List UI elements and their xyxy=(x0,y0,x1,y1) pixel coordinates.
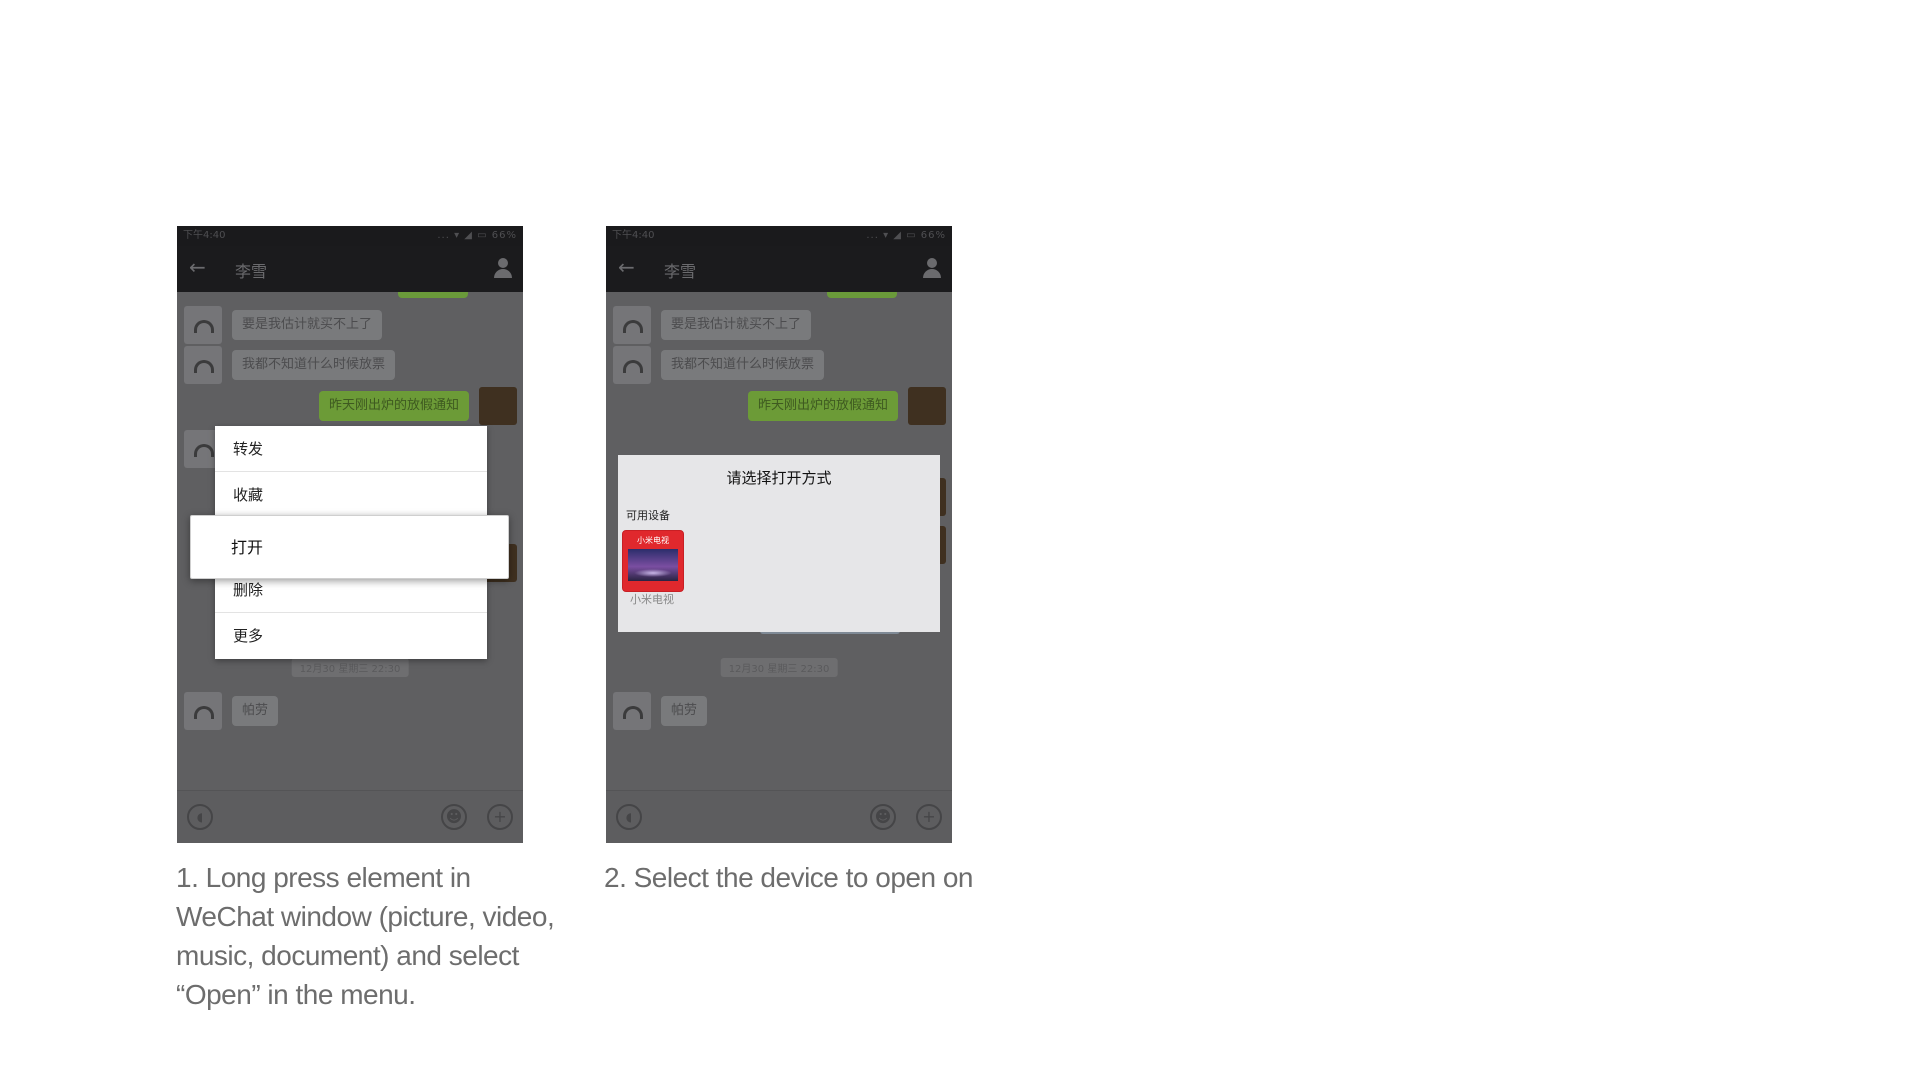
message-bubble[interactable]: 帕劳 xyxy=(661,696,708,726)
step-1-caption: 1. Long press element in WeChat window (… xyxy=(176,862,555,1010)
contact-profile-icon[interactable] xyxy=(922,258,942,280)
back-arrow-icon[interactable]: ← xyxy=(189,255,206,279)
chat-timestamp: 12月30 星期三 22:30 xyxy=(291,658,409,677)
step-2-caption: 2. Select the device to open on xyxy=(604,862,974,893)
message-row: 昨天刚出炉的放假通知 xyxy=(177,385,523,425)
status-indicators: ... ▾ ◢ ▭ 66% xyxy=(866,230,946,241)
message-bubble[interactable]: 昨天刚出炉的放假通知 xyxy=(318,391,469,421)
device-name-label[interactable]: 小米电视 xyxy=(622,591,682,607)
avatar[interactable] xyxy=(613,306,651,344)
message-row: 要是我估计就买不上了 xyxy=(177,304,523,344)
chat-input-bar: ◖ ☻ + xyxy=(177,790,523,843)
status-bar: 下午4:40 ... ▾ ◢ ▭ 66% xyxy=(606,226,952,246)
partial-message-bubble xyxy=(398,292,468,298)
avatar[interactable] xyxy=(184,306,222,344)
avatar[interactable] xyxy=(479,387,517,425)
message-bubble[interactable]: 昨天刚出炉的放假通知 xyxy=(747,391,898,421)
emoji-icon[interactable]: ☻ xyxy=(870,804,896,830)
message-bubble[interactable]: 帕劳 xyxy=(232,696,279,726)
avatar[interactable] xyxy=(613,346,651,384)
avatar[interactable] xyxy=(613,692,651,730)
menu-item-forward[interactable]: 转发 xyxy=(215,426,487,472)
tv-device-tile[interactable]: 小米电视 xyxy=(622,530,684,592)
status-time: 下午4:40 xyxy=(612,230,655,241)
message-row: 帕劳 xyxy=(177,690,523,730)
plus-icon[interactable]: + xyxy=(916,804,942,830)
status-bar: 下午4:40 ... ▾ ◢ ▭ 66% xyxy=(177,226,523,246)
menu-item-favorite[interactable]: 收藏 xyxy=(215,472,487,518)
back-arrow-icon[interactable]: ← xyxy=(618,255,635,279)
voice-icon[interactable]: ◖ xyxy=(187,804,213,830)
available-devices-label: 可用设备 xyxy=(626,509,670,522)
screenshot-phone-1: 下午4:40 ... ▾ ◢ ▭ 66% ← 李雪 要是我估计就买不上了 我都不… xyxy=(177,226,523,843)
emoji-icon[interactable]: ☻ xyxy=(441,804,467,830)
avatar[interactable] xyxy=(908,387,946,425)
tv-tile-title: 小米电视 xyxy=(637,536,669,545)
open-with-dialog: 请选择打开方式 可用设备 小米电视 小米电视 xyxy=(618,455,940,632)
message-bubble[interactable]: 我都不知道什么时候放票 xyxy=(232,350,396,380)
plus-icon[interactable]: + xyxy=(487,804,513,830)
menu-item-open[interactable]: 打开 xyxy=(190,515,509,579)
contact-profile-icon[interactable] xyxy=(493,258,513,280)
chat-timestamp: 12月30 星期三 22:30 xyxy=(720,658,838,677)
message-row: 我都不知道什么时候放票 xyxy=(177,344,523,384)
message-context-menu: 转发 收藏 打开 删除 更多 xyxy=(190,426,509,659)
chat-input-bar: ◖ ☻ + xyxy=(606,790,952,843)
screenshot-phone-2: 下午4:40 ... ▾ ◢ ▭ 66% ← 李雪 要是我估计就买不上了 我都不… xyxy=(606,226,952,843)
message-row: 要是我估计就买不上了 xyxy=(606,304,952,344)
message-row: 我都不知道什么时候放票 xyxy=(606,344,952,384)
chat-title: 李雪 xyxy=(235,262,268,281)
message-bubble[interactable]: 我都不知道什么时候放票 xyxy=(661,350,825,380)
message-row: 昨天刚出炉的放假通知 xyxy=(606,385,952,425)
message-bubble[interactable]: 要是我估计就买不上了 xyxy=(661,310,812,340)
status-time: 下午4:40 xyxy=(183,230,226,241)
avatar[interactable] xyxy=(184,692,222,730)
chat-title: 李雪 xyxy=(664,262,697,281)
status-indicators: ... ▾ ◢ ▭ 66% xyxy=(437,230,517,241)
dialog-title: 请选择打开方式 xyxy=(726,469,832,487)
chat-header: ← 李雪 xyxy=(177,246,523,292)
chat-header: ← 李雪 xyxy=(606,246,952,292)
voice-icon[interactable]: ◖ xyxy=(616,804,642,830)
menu-item-more[interactable]: 更多 xyxy=(215,613,487,659)
tv-screen-icon xyxy=(628,549,678,581)
message-row: 帕劳 xyxy=(606,690,952,730)
message-bubble[interactable]: 要是我估计就买不上了 xyxy=(232,310,383,340)
avatar[interactable] xyxy=(184,346,222,384)
partial-message-bubble xyxy=(827,292,897,298)
